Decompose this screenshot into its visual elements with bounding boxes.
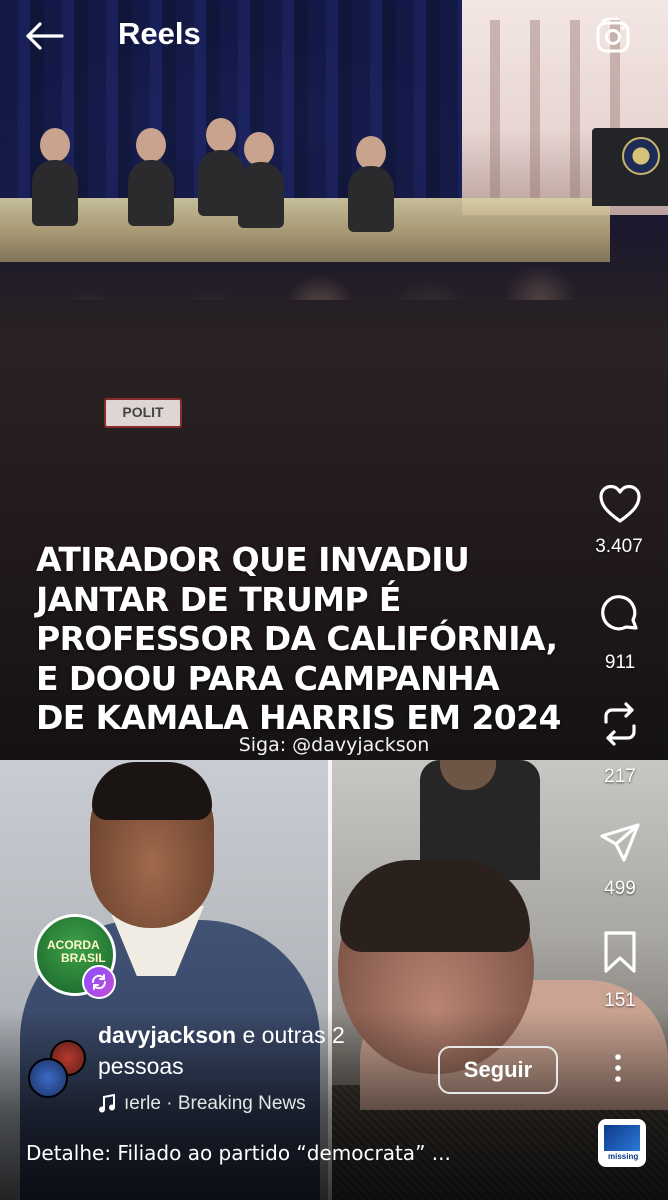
- send-icon: [590, 818, 650, 866]
- follow-handle-label: Siga: @davyjackson: [238, 734, 430, 756]
- author-suffix: e outras 2: [236, 1022, 345, 1048]
- sync-icon: [91, 974, 107, 990]
- comment-action[interactable]: 911: [590, 590, 650, 674]
- guest-head: [206, 118, 236, 152]
- video-headline: ATIRADOR QUE INVADIU JANTAR DE TRUMP É P…: [36, 540, 636, 738]
- follow-button[interactable]: Seguir: [438, 1046, 558, 1094]
- camera-button[interactable]: [592, 14, 636, 58]
- heart-icon: [590, 480, 650, 528]
- post-caption[interactable]: Detalhe: Filiado ao partido “democrata” …: [26, 1141, 566, 1165]
- guest-head: [356, 136, 386, 170]
- comment-bubble-icon: [590, 590, 650, 638]
- crowd: [0, 250, 668, 550]
- headline-line: ATIRADOR QUE INVADIU: [36, 540, 470, 579]
- remix-action[interactable]: 217: [590, 700, 650, 788]
- guest-head: [40, 128, 70, 162]
- follow-handle-text: Siga: @davyjackson: [0, 734, 668, 756]
- like-action[interactable]: 3.407: [590, 480, 650, 558]
- politico-sign-text: POLIT: [122, 404, 164, 420]
- headline-line: JANTAR DE TRUMP É: [36, 579, 401, 619]
- guest-head: [244, 132, 274, 166]
- avatar: [28, 1058, 68, 1098]
- camera-icon: [596, 17, 630, 53]
- audio-track[interactable]: ıerle · Breaking News: [98, 1093, 306, 1115]
- column-decor: [530, 20, 540, 200]
- headline-line: E DOOU PARA CAMPANHA: [36, 658, 500, 698]
- bookmark-icon: [590, 928, 650, 976]
- guest-body: [32, 160, 78, 226]
- page-title: Reels: [118, 16, 201, 51]
- guest-body: [128, 160, 174, 226]
- guest-body: [238, 162, 284, 228]
- headline-line: DE KAMALA HARRIS EM 2024: [36, 698, 561, 737]
- more-vertical-icon: [615, 1054, 621, 1082]
- detained-man-hair: [340, 860, 530, 952]
- channel-logo-line: BRASIL: [61, 951, 106, 965]
- column-decor: [490, 20, 500, 200]
- like-count: 3.407: [595, 536, 643, 557]
- guest-body: [348, 166, 394, 232]
- headline-line: PROFESSOR DA CALIFÓRNIA,: [36, 619, 558, 658]
- audio-thumbnail-label: missing: [608, 1152, 639, 1161]
- save-action[interactable]: 151: [590, 928, 650, 1012]
- back-button[interactable]: [22, 16, 66, 56]
- remix-count: 217: [604, 766, 636, 787]
- share-action[interactable]: 499: [590, 818, 650, 900]
- more-options-button[interactable]: [598, 1048, 638, 1088]
- repost-icon: [590, 700, 650, 748]
- share-count: 499: [604, 878, 636, 899]
- presidential-seal: [622, 137, 660, 175]
- politico-sign: POLIT: [104, 398, 182, 428]
- author-line[interactable]: davyjackson e outras 2 pessoas: [98, 1020, 398, 1082]
- audio-track-label: ıerle · Breaking News: [124, 1093, 306, 1114]
- suspect-portrait-hair: [92, 762, 212, 820]
- author-username[interactable]: davyjackson: [98, 1022, 236, 1048]
- author-line-2: pessoas: [98, 1053, 184, 1079]
- guest-head: [136, 128, 166, 162]
- channel-logo-text: ACORDA BRASIL: [47, 939, 106, 965]
- remix-badge: [82, 965, 116, 999]
- audio-thumbnail[interactable]: missing: [598, 1119, 646, 1167]
- arrow-left-icon: [26, 22, 64, 50]
- comment-count: 911: [604, 652, 636, 673]
- column-decor: [570, 20, 580, 200]
- music-note-icon: [99, 1094, 115, 1113]
- save-count: 151: [604, 990, 636, 1011]
- audio-thumbnail-art: [604, 1125, 640, 1151]
- collaborator-avatars[interactable]: [28, 1040, 88, 1100]
